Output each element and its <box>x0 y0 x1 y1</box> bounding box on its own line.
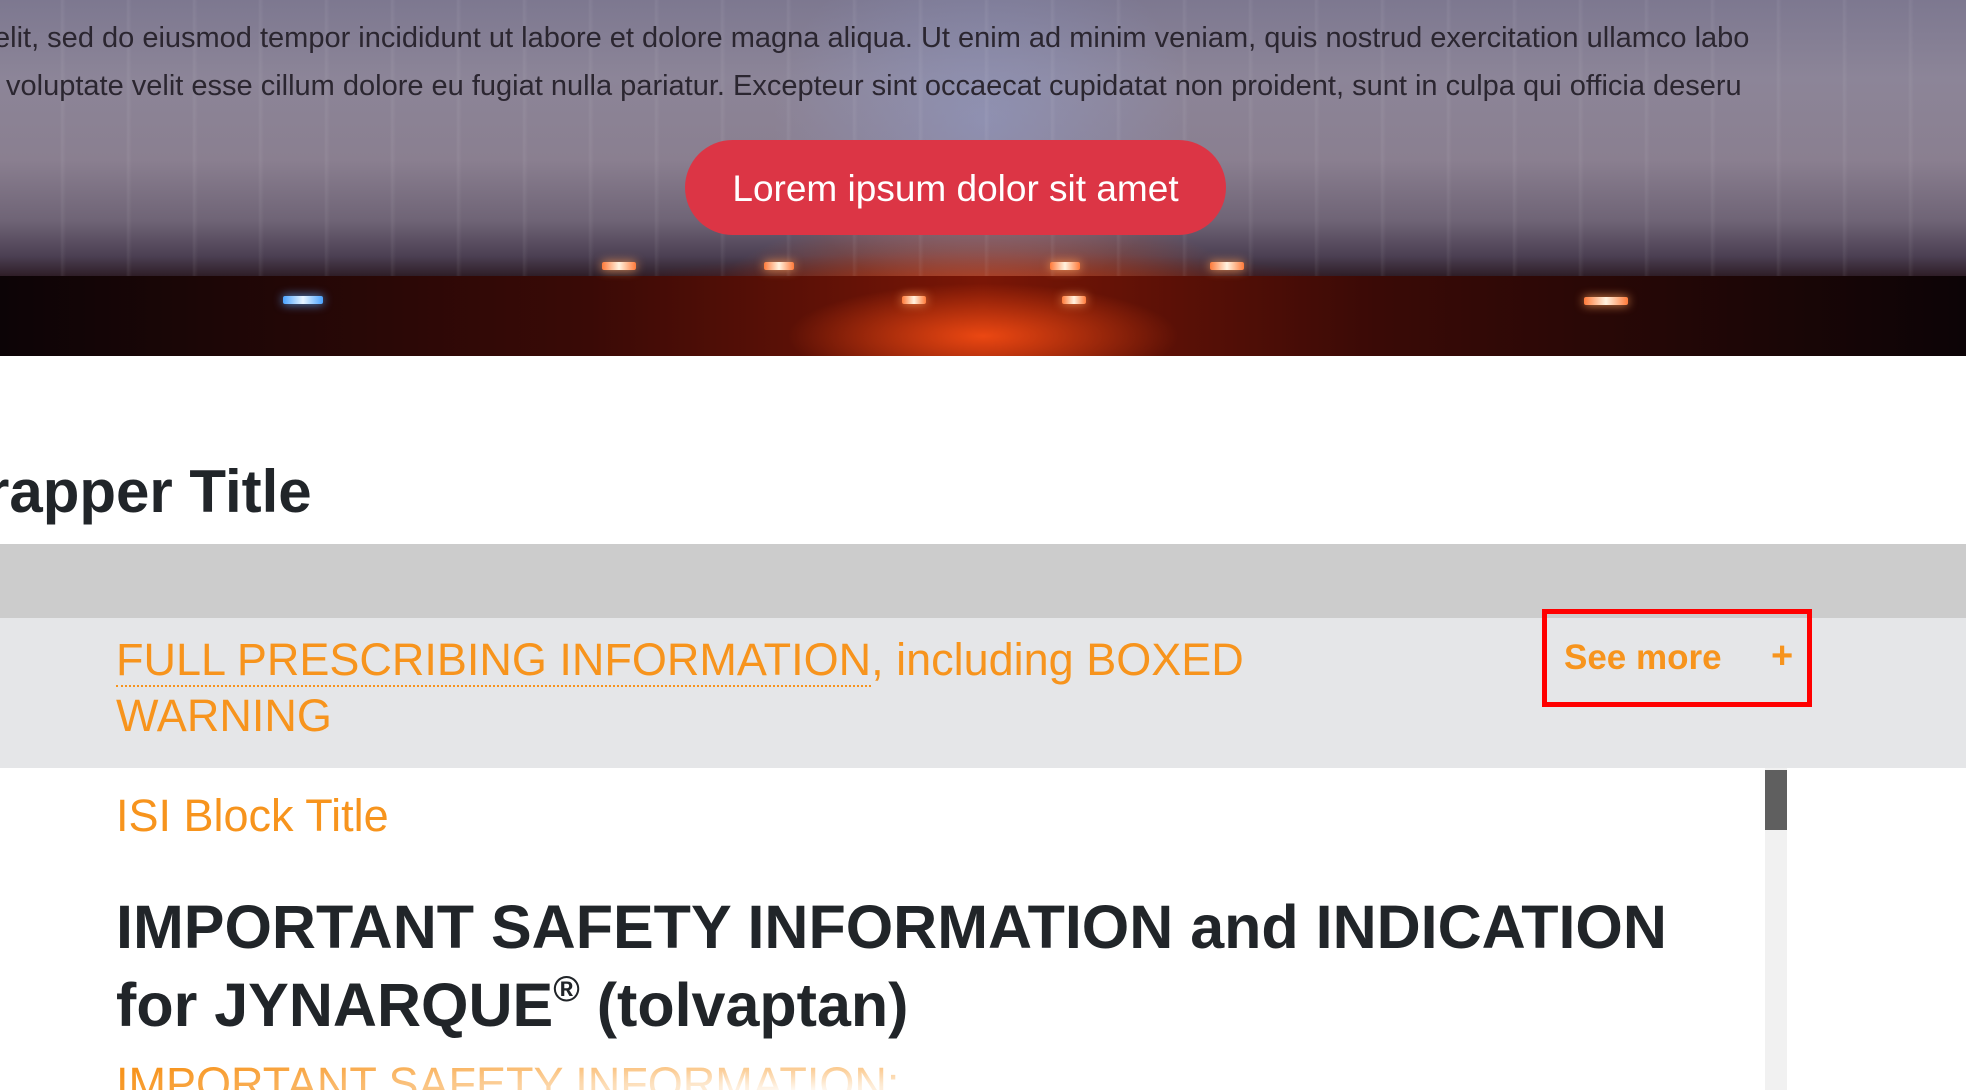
isi-block-title: ISI Block Title <box>116 790 389 841</box>
hero-light-decoration <box>764 262 794 270</box>
isi-scrollbar[interactable] <box>1765 768 1787 1090</box>
hero-paragraph: elit, sed do eiusmod tempor incididunt u… <box>0 14 1966 110</box>
isi-content-panel: ISI Block Title IMPORTANT SAFETY INFORMA… <box>0 768 1966 1090</box>
hero-cta-button[interactable]: Lorem ipsum dolor sit amet <box>685 140 1226 235</box>
full-prescribing-information-link[interactable]: FULL PRESCRIBING INFORMATION <box>116 634 872 687</box>
page: elit, sed do eiusmod tempor incididunt u… <box>0 0 1966 1090</box>
hero-light-decoration <box>283 296 323 304</box>
prescribing-info-heading: FULL PRESCRIBING INFORMATION, including … <box>116 632 1376 744</box>
see-more-button[interactable]: See more + <box>1542 609 1812 707</box>
hero-light-decoration <box>602 262 636 270</box>
hero-light-decoration <box>1062 296 1086 304</box>
hero-light-decoration <box>902 296 926 304</box>
hero-paragraph-line: voluptate velit esse cillum dolore eu fu… <box>6 70 1742 102</box>
registered-mark: ® <box>553 967 580 1009</box>
hero-banner: elit, sed do eiusmod tempor incididunt u… <box>0 0 1966 356</box>
hero-light-decoration <box>1210 262 1244 270</box>
isi-subheading: IMPORTANT SAFETY INFORMATION: <box>116 1058 900 1090</box>
plus-icon: + <box>1771 635 1794 677</box>
hero-background-dark <box>0 276 1966 356</box>
isi-top-band <box>0 544 1966 618</box>
isi-main-heading: IMPORTANT SAFETY INFORMATION and INDICAT… <box>116 888 1676 1044</box>
hero-light-decoration <box>1050 262 1080 270</box>
see-more-label: See more <box>1564 638 1722 677</box>
isi-heading-drug-name: (tolvaptan) <box>579 971 909 1039</box>
isi-scrollbar-thumb[interactable] <box>1765 770 1787 830</box>
hero-paragraph-line: elit, sed do eiusmod tempor incididunt u… <box>0 22 1750 54</box>
wrapper-title: rapper Title <box>0 458 312 525</box>
hero-light-decoration <box>1584 297 1628 305</box>
